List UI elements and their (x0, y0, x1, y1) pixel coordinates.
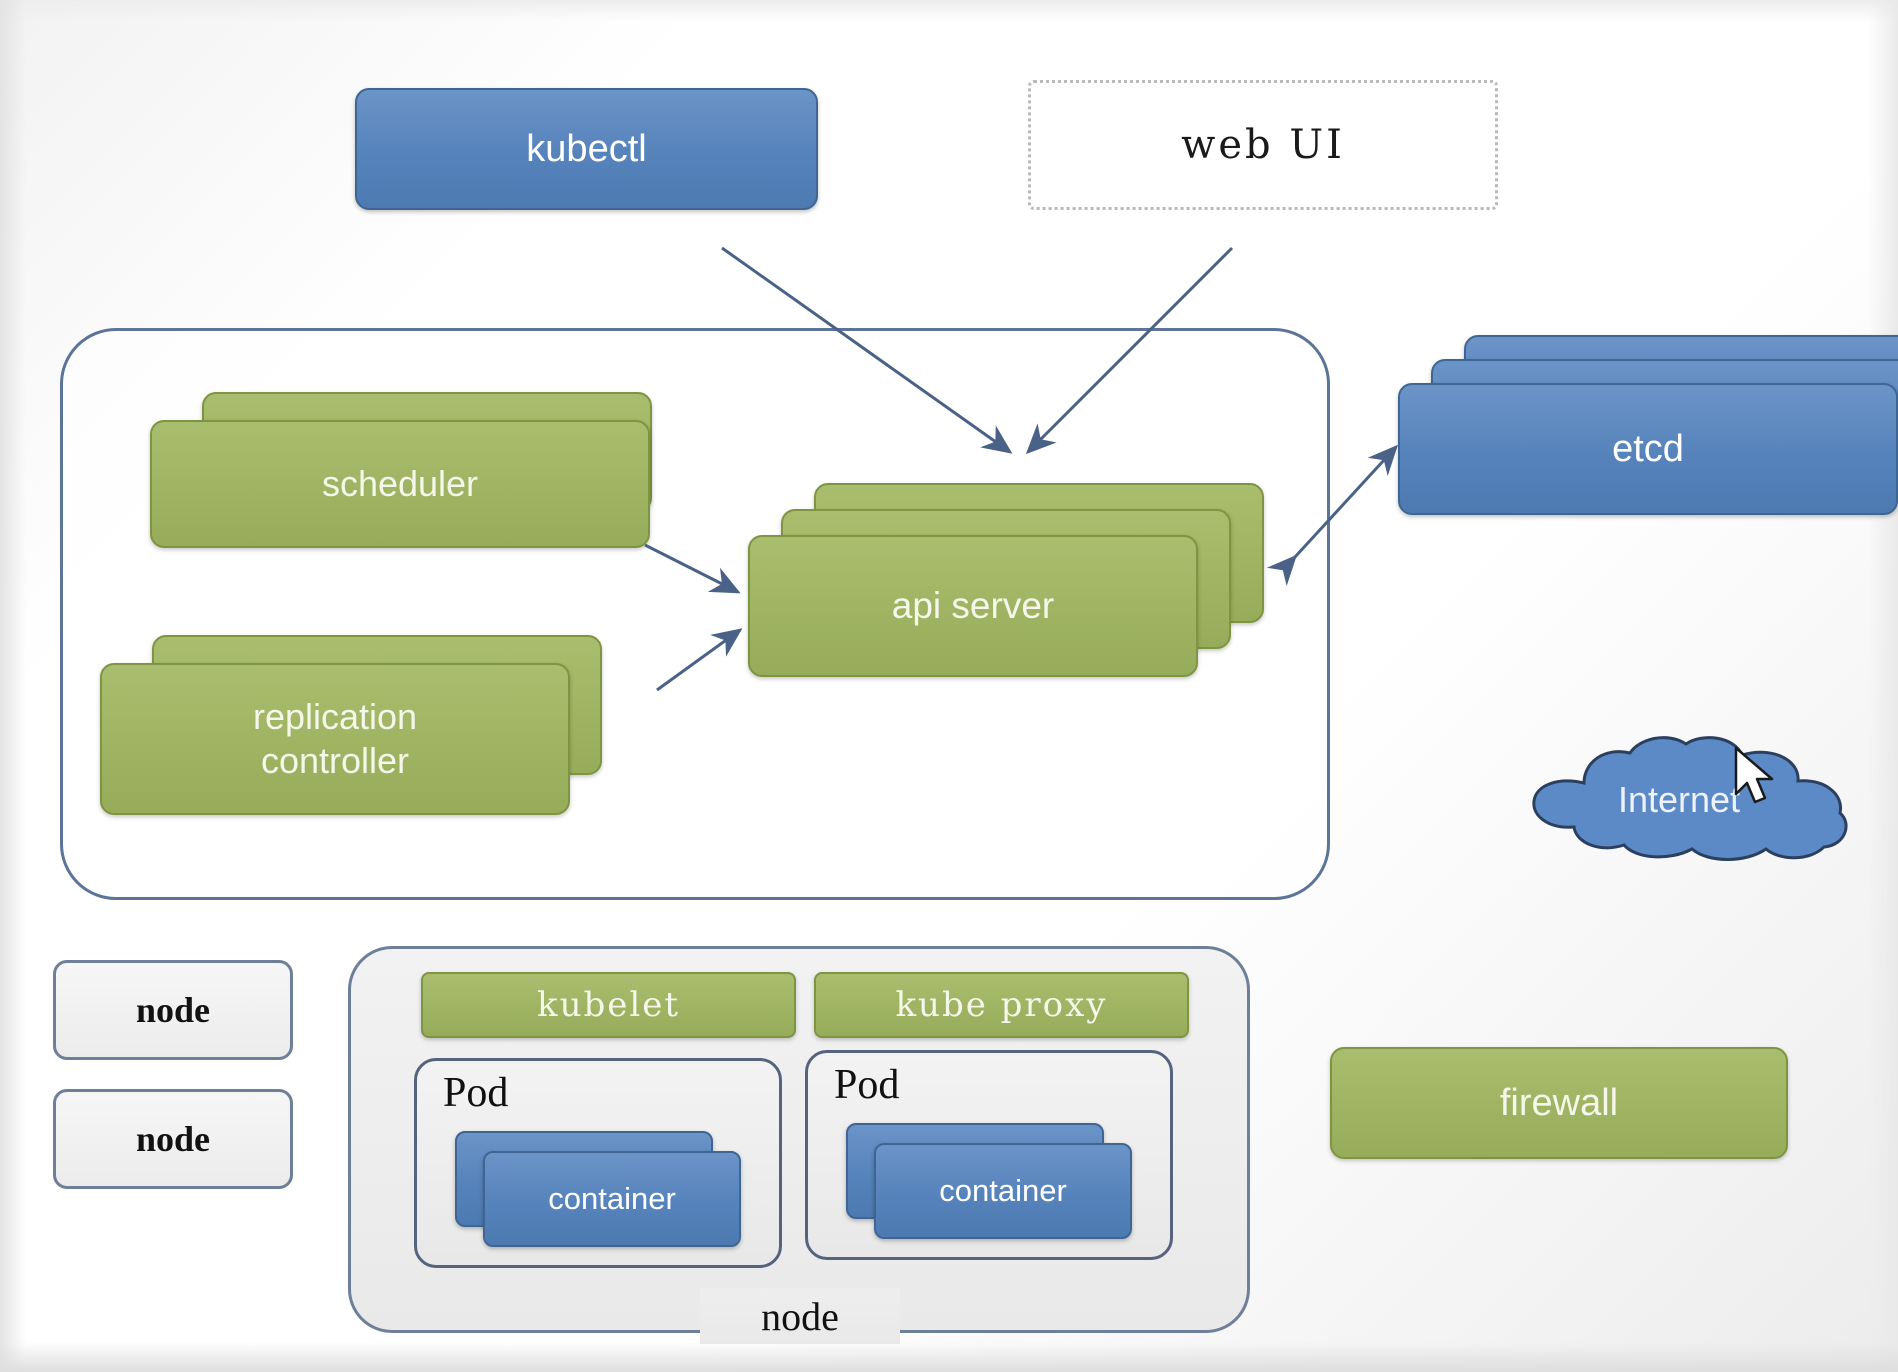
kubectl-label: kubectl (526, 127, 647, 170)
pod-2[interactable]: Pod container (805, 1050, 1173, 1260)
node-box-1-label: node (135, 990, 211, 1030)
node-box-1[interactable]: node (53, 960, 293, 1060)
diagram-canvas: kubectl web UI scheduler replication con… (0, 0, 1898, 1372)
kube-proxy-box[interactable]: kube proxy (814, 972, 1189, 1038)
canvas-left-edge (0, 0, 26, 1372)
canvas-right-edge (1868, 0, 1898, 1372)
etcd-stack[interactable]: etcd (1398, 335, 1898, 525)
pod-1-container-stack[interactable]: container (455, 1131, 755, 1251)
node-box-2[interactable]: node (53, 1089, 293, 1189)
pod-2-label: Pod (834, 1062, 900, 1108)
replication-controller-stack[interactable]: replication controller (100, 635, 620, 815)
web-ui-box[interactable]: web UI (1028, 80, 1498, 210)
pod-2-container-label: container (939, 1173, 1067, 1208)
pod-1-label: Pod (443, 1070, 509, 1116)
canvas-top-edge (0, 0, 1898, 22)
scheduler-stack[interactable]: scheduler (150, 392, 660, 552)
kubectl-box[interactable]: kubectl (355, 88, 818, 210)
detailed-node-label: node (761, 1293, 839, 1339)
etcd-label: etcd (1612, 427, 1684, 470)
pod-1-container-layer-front[interactable]: container (483, 1151, 741, 1247)
etcd-layer-front[interactable]: etcd (1398, 383, 1898, 515)
replication-controller-layer-front[interactable]: replication controller (100, 663, 570, 815)
kubelet-box[interactable]: kubelet (421, 972, 796, 1038)
pod-1[interactable]: Pod container (414, 1058, 782, 1268)
replication-controller-label-line2: controller (260, 740, 410, 781)
kube-proxy-label: kube proxy (895, 985, 1108, 1025)
api-server-stack[interactable]: api server (748, 483, 1288, 683)
detailed-node-label-wrap: node (700, 1288, 900, 1344)
scheduler-stack-layer-front[interactable]: scheduler (150, 420, 650, 548)
api-server-layer-front[interactable]: api server (748, 535, 1198, 677)
node-box-2-label: node (135, 1119, 211, 1159)
api-server-label: api server (891, 585, 1055, 626)
canvas-bottom-edge (0, 1342, 1898, 1372)
internet-label: Internet (1617, 779, 1741, 820)
pod-2-container-layer-front[interactable]: container (874, 1143, 1132, 1239)
firewall-label: firewall (1499, 1081, 1619, 1124)
web-ui-label: web UI (1181, 122, 1345, 168)
internet-cloud[interactable]: Internet (1488, 735, 1870, 865)
kubelet-label: kubelet (536, 985, 681, 1025)
pod-1-container-label: container (548, 1181, 676, 1216)
pod-2-container-stack[interactable]: container (846, 1123, 1146, 1243)
firewall-box[interactable]: firewall (1330, 1047, 1788, 1159)
scheduler-label: scheduler (321, 463, 479, 504)
replication-controller-label-line1: replication (252, 696, 418, 738)
